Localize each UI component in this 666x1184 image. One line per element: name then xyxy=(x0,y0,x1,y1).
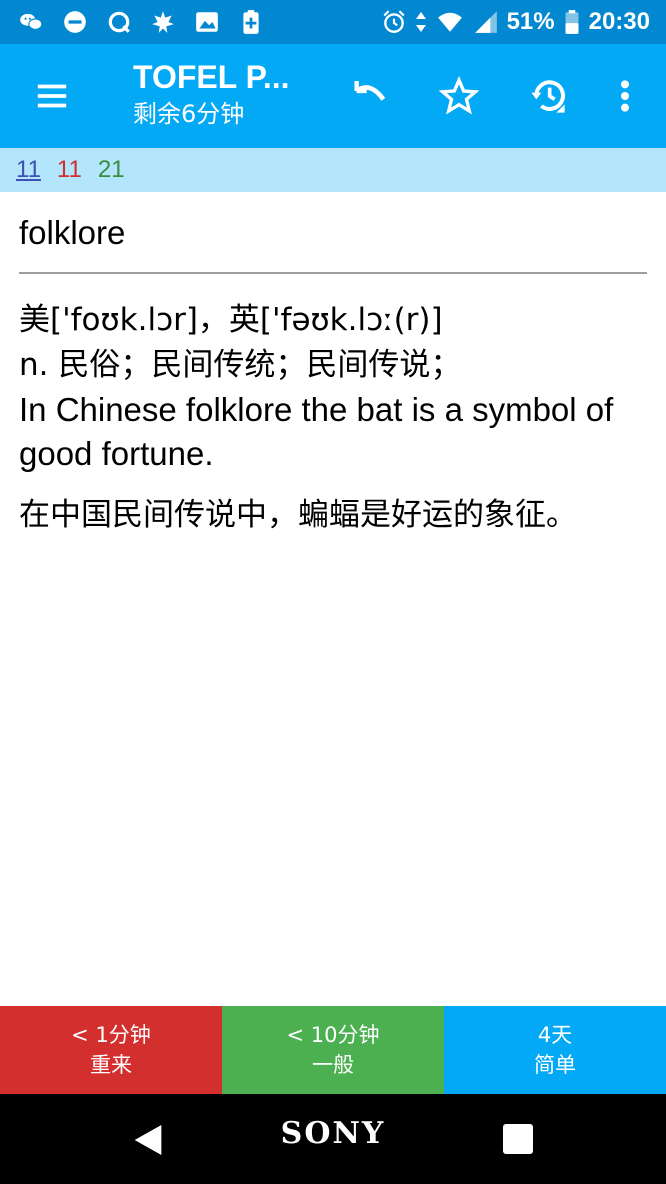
definition: n. 民俗；民间传统；民间传说； xyxy=(19,347,462,383)
signal-icon xyxy=(473,9,499,35)
screen: 51% 20:30 TOFEL P... 剩余6分钟 11 11 21 folk… xyxy=(0,0,666,1184)
undo-icon xyxy=(354,81,386,101)
menu-button[interactable] xyxy=(26,72,78,120)
wechat-icon xyxy=(18,9,44,35)
undo-button[interactable] xyxy=(346,72,394,120)
card-question: folklore xyxy=(19,214,126,251)
pronunciation: 美['foʊk.lɔr]，英['fəʊk.lɔː(r)] xyxy=(19,302,443,338)
answer-buttons: < 1分钟 重来 < 10分钟 一般 4天 简单 xyxy=(0,1006,666,1094)
again-label: 重来 xyxy=(90,1053,132,1077)
wifi-icon xyxy=(435,9,465,35)
card-answer: 美['foʊk.lɔr]，英['fəʊk.lɔː(r)] n. 民俗；民间传统；… xyxy=(19,298,649,543)
status-left-icons xyxy=(0,9,264,35)
flashcard[interactable]: folklore 美['foʊk.lɔr]，英['fəʊk.lɔː(r)] n.… xyxy=(0,192,666,1006)
toolbar-titles: TOFEL P... 剩余6分钟 xyxy=(133,58,343,130)
image-icon xyxy=(194,9,220,35)
learning-count: 11 xyxy=(56,156,82,183)
easy-label: 简单 xyxy=(534,1053,576,1077)
history-icon xyxy=(531,80,565,113)
sync-icon xyxy=(106,9,132,35)
new-count: 11 xyxy=(16,156,41,183)
example-chinese: 在中国民间传说中，蝙蝠是好运的象征。 xyxy=(19,497,577,533)
good-interval: < 10分钟 xyxy=(286,1023,380,1047)
again-interval: < 1分钟 xyxy=(71,1023,151,1047)
time-remaining: 剩余6分钟 xyxy=(133,100,245,128)
history-button[interactable] xyxy=(524,72,572,120)
more-vert-icon xyxy=(621,80,629,112)
recents-icon[interactable] xyxy=(503,1124,533,1154)
data-arrows-icon xyxy=(415,9,427,35)
app-toolbar: TOFEL P... 剩余6分钟 xyxy=(0,44,666,148)
example-english: In Chinese folklore the bat is a symbol … xyxy=(19,391,614,472)
dnd-icon xyxy=(62,9,88,35)
brand-logo: SONY xyxy=(280,1116,386,1151)
battery-icon xyxy=(563,9,581,35)
star-icon xyxy=(439,76,479,115)
question-answer-divider xyxy=(19,272,647,274)
clock: 20:30 xyxy=(588,8,650,35)
status-right: 51% 20:30 xyxy=(381,8,666,36)
good-button[interactable]: < 10分钟 一般 xyxy=(222,1006,444,1094)
mark-star-button[interactable] xyxy=(435,72,483,120)
menu-icon xyxy=(37,84,67,108)
deck-title: TOFEL P... xyxy=(133,59,290,95)
status-bar: 51% 20:30 xyxy=(0,0,666,44)
good-label: 一般 xyxy=(312,1053,354,1077)
system-nav-bar: SONY xyxy=(0,1094,666,1184)
again-button[interactable]: < 1分钟 重来 xyxy=(0,1006,222,1094)
battery-percent: 51% xyxy=(506,8,555,35)
leaf-icon xyxy=(150,9,176,35)
easy-interval: 4天 xyxy=(537,1023,573,1047)
easy-button[interactable]: 4天 简单 xyxy=(444,1006,666,1094)
card-counts-bar: 11 11 21 xyxy=(0,148,666,192)
review-count: 21 xyxy=(97,156,125,183)
battery-plus-icon xyxy=(238,9,264,35)
alarm-icon xyxy=(381,9,407,35)
overflow-menu-button[interactable] xyxy=(601,72,649,120)
